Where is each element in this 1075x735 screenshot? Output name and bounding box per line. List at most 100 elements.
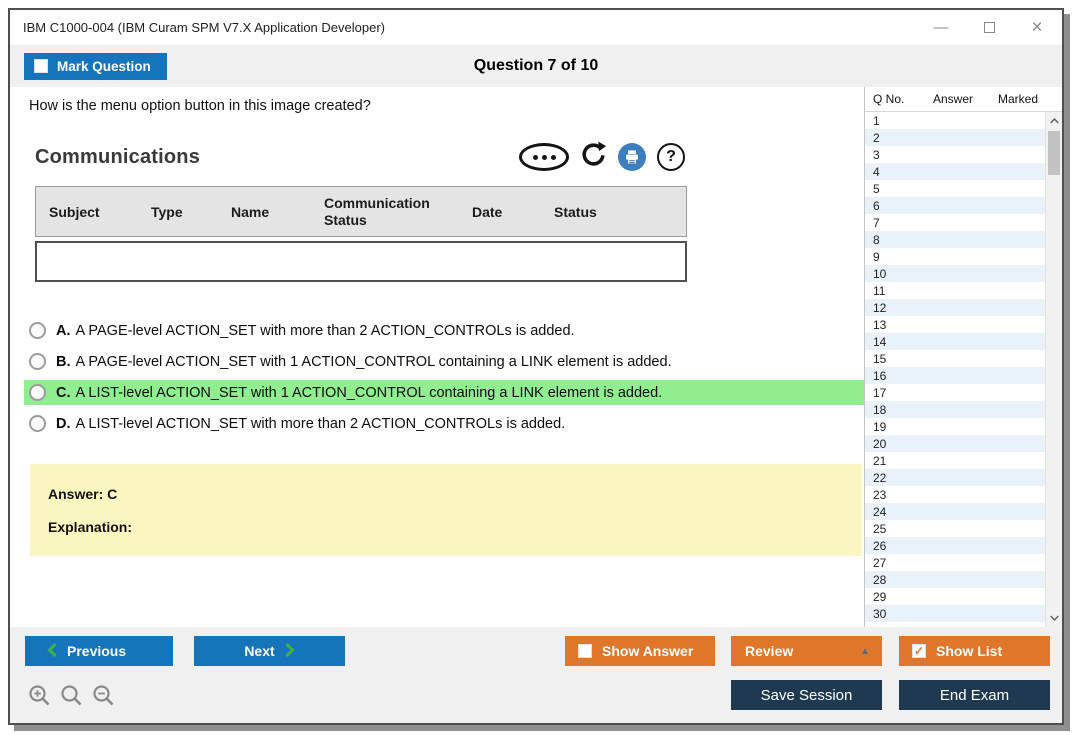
question-list-row[interactable]: 27 <box>865 554 1045 571</box>
end-exam-button[interactable]: End Exam <box>899 680 1050 710</box>
option-d[interactable]: D. A LIST-level ACTION_SET with more tha… <box>24 411 864 436</box>
question-row-qno: 6 <box>865 199 917 213</box>
scroll-up-icon[interactable] <box>1046 113 1062 129</box>
window-title: IBM C1000-004 (IBM Curam SPM V7.X Applic… <box>10 20 930 35</box>
question-list-row[interactable]: 9 <box>865 248 1045 265</box>
app-window: IBM C1000-004 (IBM Curam SPM V7.X Applic… <box>8 8 1064 725</box>
question-list-row[interactable]: 28 <box>865 571 1045 588</box>
question-row-qno: 26 <box>865 539 917 553</box>
option-b[interactable]: B. A PAGE-level ACTION_SET with 1 ACTION… <box>24 349 864 374</box>
question-row-qno: 3 <box>865 148 917 162</box>
footer-row-2: Save Session End Exam <box>22 680 1050 710</box>
column-qno: Q No. <box>865 92 917 106</box>
mark-question-checkbox[interactable] <box>34 59 48 73</box>
next-label: Next <box>244 643 274 659</box>
question-row-qno: 14 <box>865 335 917 349</box>
option-b-radio[interactable] <box>29 353 46 370</box>
question-list-row[interactable]: 6 <box>865 197 1045 214</box>
question-list-row[interactable]: 22 <box>865 469 1045 486</box>
next-button[interactable]: Next <box>194 636 345 666</box>
scroll-down-icon[interactable] <box>1046 610 1062 626</box>
option-b-text: A PAGE-level ACTION_SET with 1 ACTION_CO… <box>76 354 672 370</box>
question-list-row[interactable]: 30 <box>865 605 1045 622</box>
question-list-row[interactable]: 11 <box>865 282 1045 299</box>
show-answer-button[interactable]: Show Answer <box>565 636 715 666</box>
question-row-qno: 22 <box>865 471 917 485</box>
question-row-qno: 15 <box>865 352 917 366</box>
show-list-button[interactable]: Show List <box>899 636 1050 666</box>
option-c-letter: C. <box>56 385 71 401</box>
question-row-qno: 17 <box>865 386 917 400</box>
option-a-radio[interactable] <box>29 322 46 339</box>
mark-question-button[interactable]: Mark Question <box>24 53 167 80</box>
question-list-row[interactable]: 29 <box>865 588 1045 605</box>
question-list-row[interactable]: 19 <box>865 418 1045 435</box>
question-list-row[interactable]: 5 <box>865 180 1045 197</box>
question-row-qno: 7 <box>865 216 917 230</box>
option-c[interactable]: C. A LIST-level ACTION_SET with 1 ACTION… <box>24 380 864 405</box>
minimize-icon[interactable]: — <box>930 17 952 39</box>
question-list-row[interactable]: 20 <box>865 435 1045 452</box>
question-content: How is the menu option button in this im… <box>10 87 864 627</box>
save-session-button[interactable]: Save Session <box>731 680 882 710</box>
question-list-row[interactable]: 2 <box>865 129 1045 146</box>
question-row-qno: 20 <box>865 437 917 451</box>
question-list-row[interactable]: 10 <box>865 265 1045 282</box>
ellipsis-menu-icon <box>519 143 569 171</box>
exhibit-column-type: Type <box>138 204 218 220</box>
option-d-radio[interactable] <box>29 415 46 432</box>
triangle-up-icon: ▲ <box>860 646 870 657</box>
question-list-row[interactable]: 7 <box>865 214 1045 231</box>
question-list-row[interactable]: 26 <box>865 537 1045 554</box>
question-row-qno: 21 <box>865 454 917 468</box>
question-list-row[interactable]: 15 <box>865 350 1045 367</box>
zoom-out-icon[interactable] <box>92 684 115 707</box>
previous-button[interactable]: Previous <box>25 636 173 666</box>
exhibit-empty-row <box>35 241 687 282</box>
question-list-panel: Q No. Answer Marked 12345678910111213141… <box>864 87 1062 627</box>
question-list-row[interactable]: 24 <box>865 503 1045 520</box>
question-list-row[interactable]: 21 <box>865 452 1045 469</box>
maximize-icon[interactable] <box>978 17 1000 39</box>
chevron-left-icon <box>47 643 57 660</box>
show-answer-checkbox[interactable] <box>578 644 592 658</box>
review-button[interactable]: Review ▲ <box>731 636 882 666</box>
close-icon[interactable]: × <box>1026 17 1048 39</box>
question-row-qno: 25 <box>865 522 917 536</box>
question-row-qno: 28 <box>865 573 917 587</box>
question-row-qno: 11 <box>865 284 917 298</box>
zoom-in-icon[interactable] <box>28 684 51 707</box>
question-list-row[interactable]: 8 <box>865 231 1045 248</box>
question-list-row[interactable]: 1 <box>865 112 1045 129</box>
question-row-qno: 29 <box>865 590 917 604</box>
question-text: How is the menu option button in this im… <box>29 98 864 114</box>
question-list-row[interactable]: 13 <box>865 316 1045 333</box>
question-list-row[interactable]: 25 <box>865 520 1045 537</box>
show-list-checkbox[interactable] <box>912 644 926 658</box>
exhibit-column-date: Date <box>459 204 541 220</box>
question-row-qno: 27 <box>865 556 917 570</box>
help-icon: ? <box>657 143 685 171</box>
footer-toolbar: Previous Next Show Answer Review ▲ Show … <box>10 627 1062 723</box>
question-list-row[interactable]: 17 <box>865 384 1045 401</box>
scrollbar-thumb[interactable] <box>1048 131 1060 175</box>
question-list-row[interactable]: 12 <box>865 299 1045 316</box>
question-list-row[interactable]: 18 <box>865 401 1045 418</box>
option-c-radio[interactable] <box>29 384 46 401</box>
column-marked: Marked <box>989 92 1062 106</box>
previous-label: Previous <box>67 643 126 659</box>
option-a[interactable]: A. A PAGE-level ACTION_SET with more tha… <box>24 318 864 343</box>
question-list-row[interactable]: 16 <box>865 367 1045 384</box>
options-list: A. A PAGE-level ACTION_SET with more tha… <box>24 318 864 436</box>
zoom-icon[interactable] <box>60 684 83 707</box>
option-d-letter: D. <box>56 416 71 432</box>
question-row-qno: 5 <box>865 182 917 196</box>
question-list-row[interactable]: 14 <box>865 333 1045 350</box>
scrollbar[interactable] <box>1045 112 1062 627</box>
question-list-row[interactable]: 4 <box>865 163 1045 180</box>
question-list-row[interactable]: 23 <box>865 486 1045 503</box>
question-row-qno: 30 <box>865 607 917 621</box>
answer-line: Answer: C <box>48 486 862 502</box>
question-list-row[interactable]: 3 <box>865 146 1045 163</box>
question-list-header: Q No. Answer Marked <box>865 87 1062 112</box>
